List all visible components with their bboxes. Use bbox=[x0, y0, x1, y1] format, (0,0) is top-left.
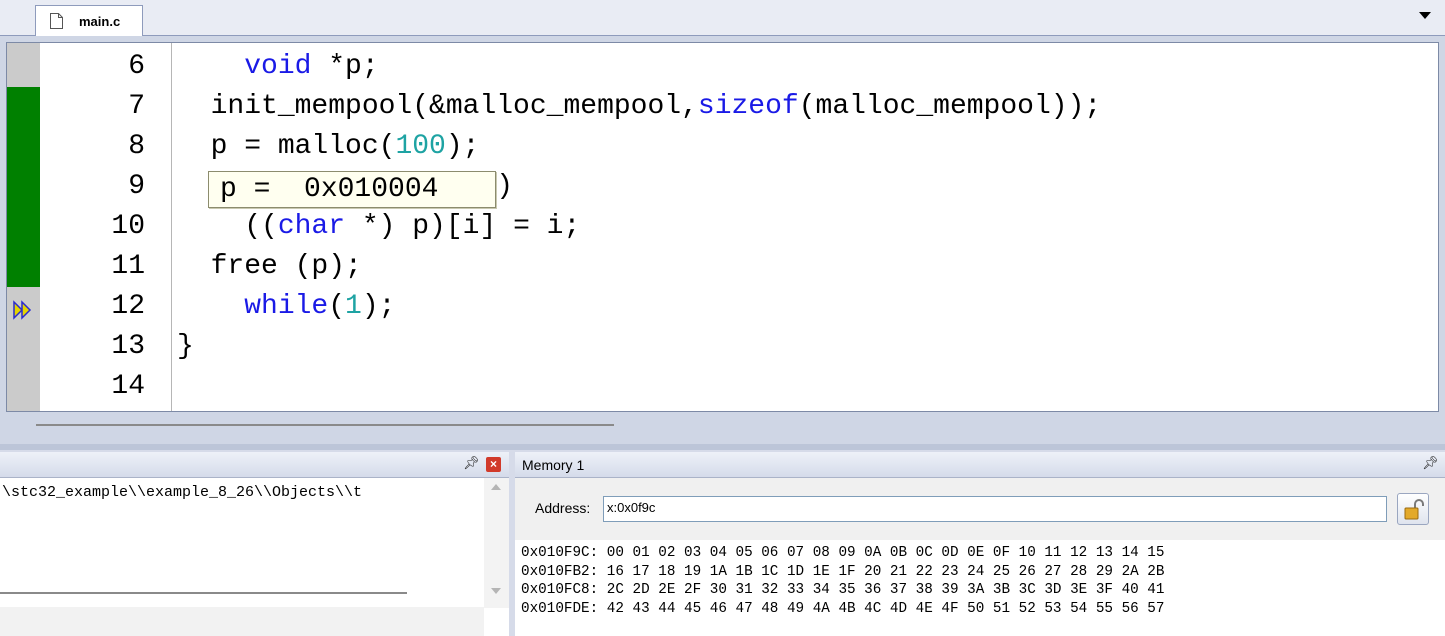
tab-bar: main.c bbox=[0, 0, 1445, 36]
pin-icon[interactable]: 📌︎ bbox=[1422, 456, 1439, 471]
memory-title: Memory 1 bbox=[522, 457, 585, 473]
editor-window: main.c 6 7 8 9 10 11 12 13 14 void *p; i… bbox=[0, 0, 1445, 450]
memory-row[interactable]: 0x010FB2: 16 17 18 19 1A 1B 1C 1D 1E 1F … bbox=[521, 563, 1164, 582]
memory-row[interactable]: 0x010FC8: 2C 2D 2E 2F 30 31 32 33 34 35 … bbox=[521, 581, 1164, 600]
memory-dump: 0x010F9C: 00 01 02 03 04 05 06 07 08 09 … bbox=[521, 544, 1164, 618]
vertical-scrollbar[interactable] bbox=[484, 478, 509, 608]
scroll-down-icon[interactable] bbox=[491, 588, 501, 594]
line-number: 8 bbox=[128, 131, 145, 162]
line-number: 14 bbox=[111, 371, 145, 402]
pin-icon[interactable]: 📌︎ bbox=[463, 456, 480, 471]
line-number: 11 bbox=[111, 251, 145, 282]
chevron-down-icon[interactable] bbox=[1419, 12, 1431, 19]
memory-window: Memory 1 📌︎ Address: x:0x0f9c 0x010F9C: … bbox=[515, 452, 1445, 636]
line-number: 12 bbox=[111, 291, 145, 322]
horizontal-scrollbar[interactable] bbox=[0, 592, 407, 594]
tooltip-text: p = 0x010004 bbox=[220, 174, 439, 205]
command-title-bar: 📌︎ × bbox=[0, 452, 509, 478]
line-number: 6 bbox=[128, 51, 145, 82]
lock-button[interactable] bbox=[1397, 493, 1429, 525]
line-number: 10 bbox=[111, 211, 145, 242]
line-number: 9 bbox=[128, 171, 145, 202]
address-input[interactable]: x:0x0f9c bbox=[603, 496, 1387, 522]
address-bar: Address: x:0x0f9c bbox=[515, 478, 1445, 540]
address-label: Address: bbox=[535, 500, 591, 516]
horizontal-scrollbar[interactable] bbox=[36, 424, 614, 426]
file-icon bbox=[50, 13, 63, 29]
line-number: 13 bbox=[111, 331, 145, 362]
code-line[interactable]: } bbox=[177, 327, 194, 367]
scroll-up-icon[interactable] bbox=[491, 484, 501, 490]
code-line[interactable]: ((char *) p)[i] = i; bbox=[177, 207, 580, 247]
close-icon[interactable]: × bbox=[486, 457, 501, 472]
command-input-area[interactable] bbox=[0, 607, 484, 636]
tab-label: main.c bbox=[79, 14, 121, 29]
memory-row[interactable]: 0x010F9C: 00 01 02 03 04 05 06 07 08 09 … bbox=[521, 544, 1164, 563]
command-output: \stc32_example\\example_8_26\\Objects\\t bbox=[2, 484, 363, 501]
gutter-separator bbox=[171, 43, 172, 411]
memory-row[interactable]: 0x010FDE: 42 43 44 45 46 47 48 49 4A 4B … bbox=[521, 600, 1164, 619]
memory-title-bar: Memory 1 📌︎ bbox=[515, 452, 1445, 478]
code-line[interactable]: init_mempool(&malloc_mempool,sizeof(mall… bbox=[177, 87, 1102, 127]
variable-value-tooltip: p = 0x010004 bbox=[208, 171, 496, 208]
line-number: 7 bbox=[128, 91, 145, 122]
code-line[interactable]: void *p; bbox=[177, 47, 378, 87]
code-line[interactable]: while(1); bbox=[177, 287, 395, 327]
tab-main-c[interactable]: main.c bbox=[35, 5, 143, 36]
code-line[interactable]: free (p); bbox=[177, 247, 362, 287]
code-editor[interactable]: 6 7 8 9 10 11 12 13 14 void *p; init_mem… bbox=[6, 42, 1439, 412]
code-line[interactable]: p = malloc(100); bbox=[177, 127, 480, 167]
command-window: 📌︎ × \stc32_example\\example_8_26\\Objec… bbox=[0, 452, 509, 636]
splitter[interactable] bbox=[0, 444, 1445, 450]
lock-icon bbox=[1404, 499, 1424, 520]
